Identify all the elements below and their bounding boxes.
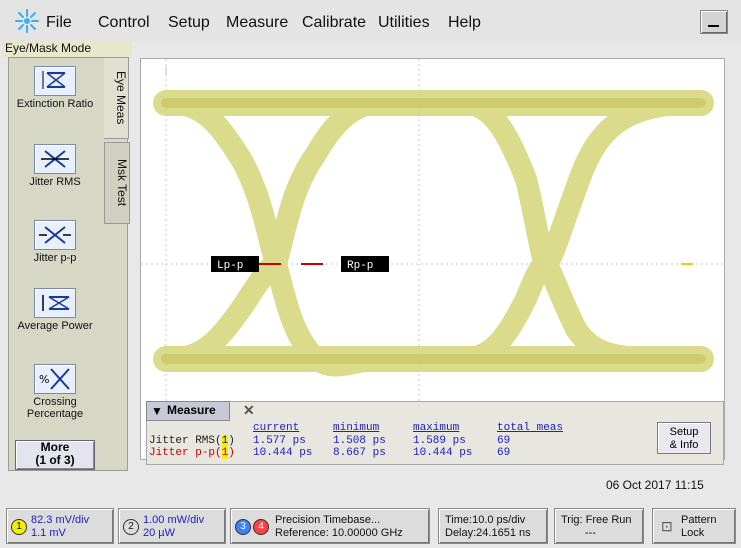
menu-file[interactable]: File [46,14,72,32]
header-current: current [253,422,300,434]
header-maximum: maximum [413,422,460,434]
marker-right-label: Rp-p [347,260,373,272]
extinction-ratio-icon [34,66,76,96]
mode-label-bar: Eye/Mask Mode [2,41,132,57]
waveform-display[interactable]: Lp-p Rp-p [140,58,725,460]
menu-help[interactable]: Help [448,14,481,32]
eye-diagram: Lp-p Rp-p [141,59,724,459]
trigger-status: --- [585,527,596,539]
time-delay: Delay:24.1651 ns [445,527,531,539]
jitter-rms-label: Jitter RMS [29,176,81,188]
channel-1-scale: 82.3 mV/div [31,514,90,526]
trigger-button[interactable]: Trig: Free Run --- [554,508,644,544]
tab-msk-test-label: Msk Test [115,159,129,207]
marker-left-label: Lp-p [217,260,243,272]
pattern-label: Pattern [681,514,717,526]
chevron-down-icon[interactable]: ▼ [151,404,163,418]
more-button[interactable]: More (1 of 3) [15,440,95,470]
jitter-pp-icon [34,220,76,250]
extinction-ratio-button[interactable]: Extinction Ratio [15,66,95,110]
average-power-button[interactable]: Average Power [15,288,95,332]
lock-icon: ⊡ [661,518,673,534]
average-power-icon [34,288,76,318]
channel-4-chip: 4 [253,519,269,535]
channel-1-button[interactable]: 1 82.3 mV/div 1.1 mV [6,508,114,544]
jitter-rms-maximum: 1.589 ps [413,435,466,447]
measure-tab[interactable]: ▼ Measure ✕ [146,401,255,421]
menu-bar: File Control Setup Measure Calibrate Uti… [0,0,741,42]
tab-eye-meas-label: Eye Meas [114,71,128,125]
mode-label: Eye/Mask Mode [5,41,92,55]
average-power-label: Average Power [17,320,93,332]
header-total-meas: total meas [497,422,564,434]
channel-2-offset: 20 µW [143,527,176,539]
jitter-pp-button[interactable]: Jitter p-p [15,220,95,264]
date-time: 06 Oct 2017 11:15 [606,478,704,492]
bottom-status-bar: 1 82.3 mV/div 1.1 mV 2 1.00 mW/div 20 µW… [0,506,741,548]
channel-3-4-timebase-button[interactable]: 3 4 Precision Timebase... Reference: 10.… [230,508,430,544]
channel-1-offset: 1.1 mV [31,527,66,539]
svg-text:%: % [39,373,49,386]
time-scale: Time:10.0 ps/div [445,514,526,526]
menu-control[interactable]: Control [98,14,150,32]
row-jitter-rms-name: Jitter RMS(1) [149,435,235,447]
measure-title: Measure [167,403,216,417]
more-page-label: (1 of 3) [35,453,75,467]
timebase-label: Precision Timebase... [275,514,381,526]
jitter-pp-current: 10.444 ps [253,447,313,459]
close-icon[interactable]: ✕ [243,402,255,419]
jitter-rms-total: 69 [497,435,511,447]
jitter-rms-current: 1.577 ps [253,435,306,447]
jitter-pp-label: Jitter p-p [33,252,77,264]
channel-2-scale: 1.00 mW/div [143,514,205,526]
header-minimum: minimum [333,422,380,434]
channel-3-chip: 3 [235,519,251,535]
channel-2-button[interactable]: 2 1.00 mW/div 20 µW [118,508,226,544]
channel-1-chip: 1 [11,519,27,535]
setup-info-button[interactable]: Setup & Info [657,422,711,454]
menu-measure[interactable]: Measure [226,14,288,32]
measure-panel: ▼ Measure ✕ current minimum maximum tota… [146,401,724,465]
crossing-percentage-icon: % [34,364,76,394]
jitter-pp-minimum: 8.667 ps [333,447,386,459]
jitter-rms-button[interactable]: Jitter RMS [15,144,95,188]
setup-label: Setup [669,426,699,438]
tab-eye-meas[interactable]: Eye Meas [104,57,129,139]
info-label: & Info [669,439,699,451]
pattern-lock-button[interactable]: ⊡ Pattern Lock [652,508,736,544]
minimize-button[interactable] [700,10,728,34]
crossing-percentage-label: Crossing Percentage [26,396,84,420]
jitter-rms-minimum: 1.508 ps [333,435,386,447]
crossing-percentage-button[interactable]: % Crossing Percentage [15,364,95,420]
agilent-logo-icon [15,9,39,33]
menu-utilities[interactable]: Utilities [378,14,430,32]
trigger-mode: Trig: Free Run [561,514,632,526]
row-jitter-pp-name: Jitter p-p(1) [149,447,235,459]
time-delay-button[interactable]: Time:10.0 ps/div Delay:24.1651 ns [438,508,548,544]
menu-setup[interactable]: Setup [168,14,210,32]
tab-msk-test[interactable]: Msk Test [104,142,130,224]
jitter-pp-maximum: 10.444 ps [413,447,473,459]
channel-2-chip: 2 [123,519,139,535]
lock-label: Lock [681,527,705,539]
timebase-reference: Reference: 10.00000 GHz [275,527,403,539]
jitter-pp-total: 69 [497,447,511,459]
jitter-rms-icon [34,144,76,174]
menu-calibrate[interactable]: Calibrate [302,14,366,32]
extinction-ratio-label: Extinction Ratio [16,98,94,110]
